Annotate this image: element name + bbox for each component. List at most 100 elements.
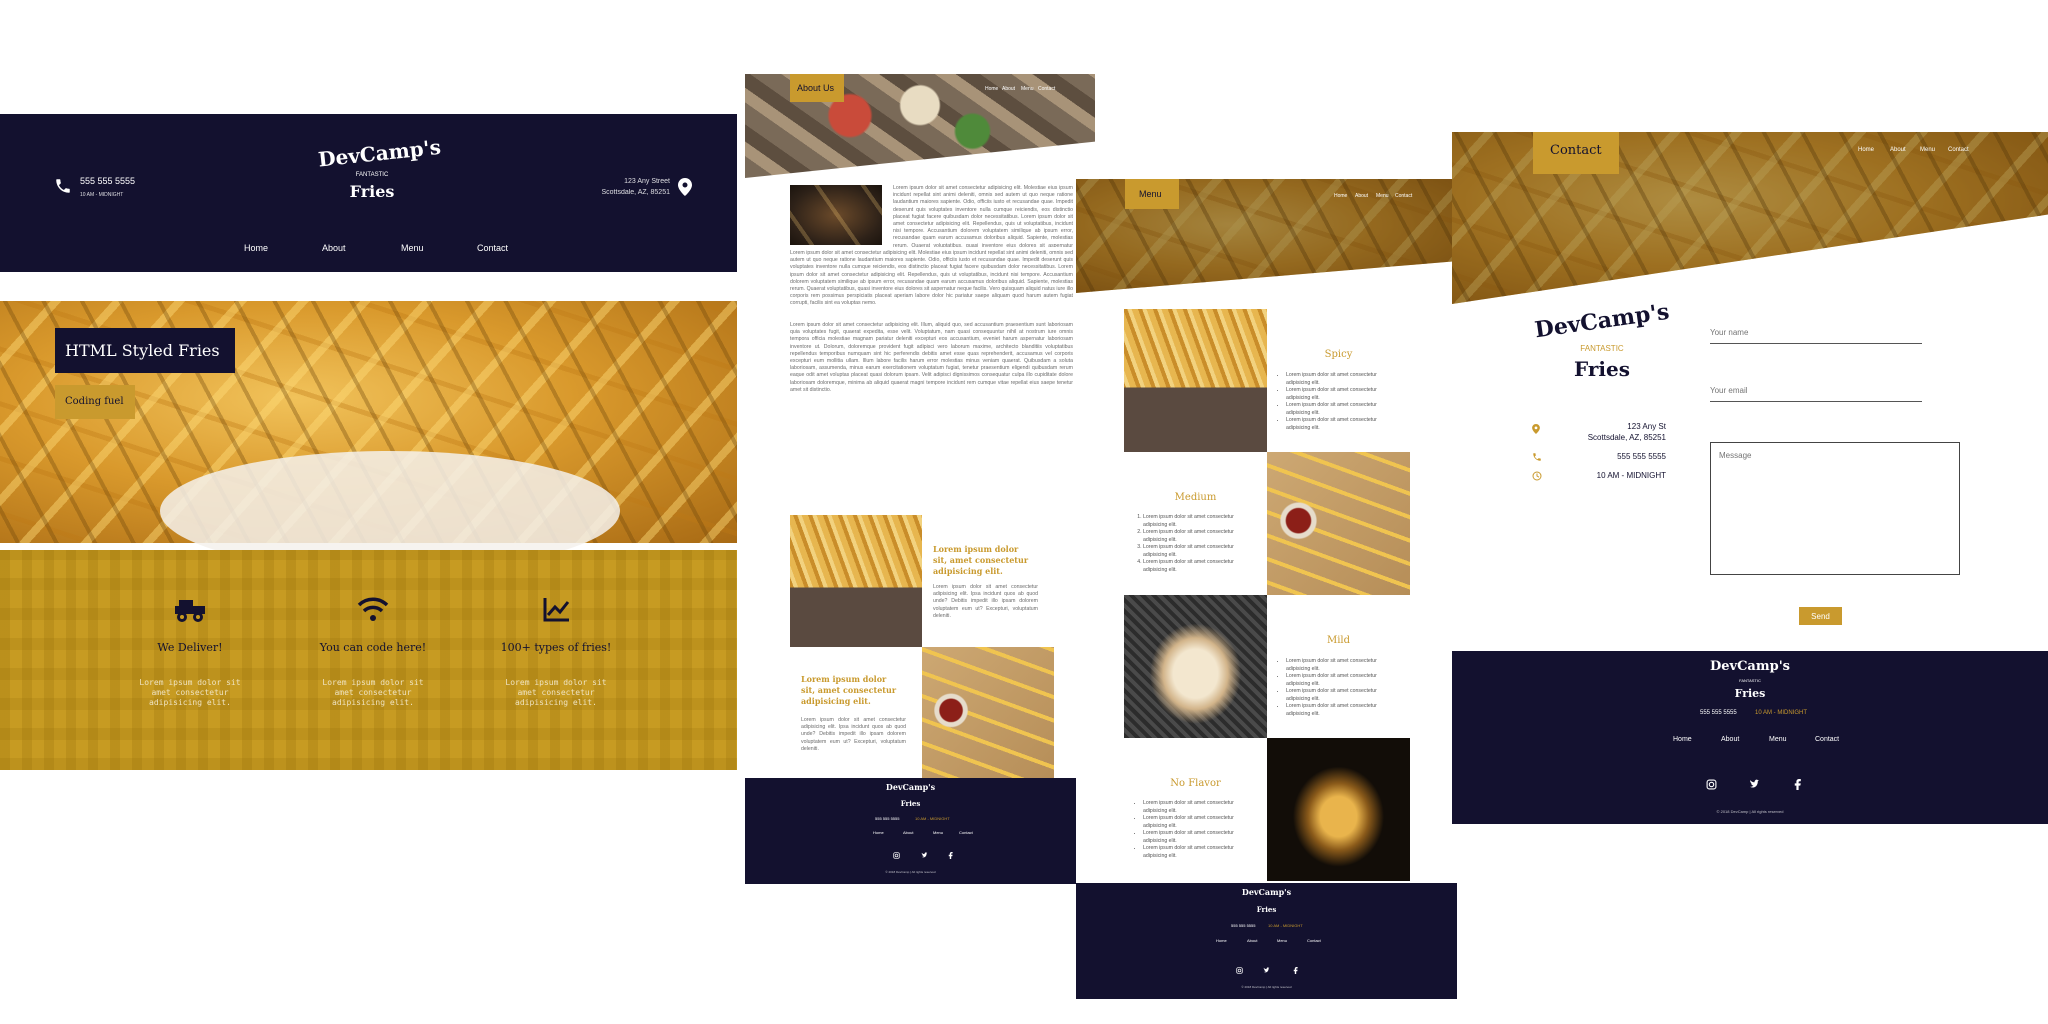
location-pin-icon xyxy=(1532,424,1540,434)
list-item: Lorem ipsum dolor sit amet consectetur a… xyxy=(1286,703,1401,718)
footer-phone: 555 555 5555 xyxy=(1231,923,1256,928)
footer-hours: 10 AM - MIDNIGHT xyxy=(915,816,950,821)
footer-logo-bottom: Fries xyxy=(900,799,921,808)
header-address-line2: Scottsdale, AZ, 85251 xyxy=(601,189,671,196)
about-badge: About Us xyxy=(790,74,844,102)
menu-page: Menu Home About Menu Contact Spicy Lorem… xyxy=(1076,179,1457,999)
contact-page: Contact Home About Menu Contact DevCamp'… xyxy=(1452,132,2048,824)
hero-image: HTML Styled Fries Coding fuel xyxy=(0,301,737,571)
nav-home[interactable]: Home xyxy=(985,86,998,92)
header-address-line1: 123 Any Street xyxy=(624,178,670,185)
footer-nav-contact[interactable]: Contact xyxy=(959,830,973,835)
footer-nav-home[interactable]: Home xyxy=(1673,736,1692,743)
hero-title-box: HTML Styled Fries xyxy=(55,328,235,373)
twitter-icon[interactable] xyxy=(1263,967,1270,974)
about-chef-image xyxy=(790,185,882,245)
facebook-icon[interactable] xyxy=(1292,967,1299,974)
instagram-icon[interactable] xyxy=(1236,967,1243,974)
phone-icon xyxy=(1532,452,1542,462)
nav-about[interactable]: About xyxy=(1355,193,1368,199)
logo-top-text: DevCamp's xyxy=(1533,298,1671,344)
message-textarea[interactable] xyxy=(1710,442,1960,575)
home-page: 555 555 5555 10 AM - MIDNIGHT DevCamp's … xyxy=(0,114,737,770)
nav-home[interactable]: Home xyxy=(1858,147,1874,153)
facebook-icon[interactable] xyxy=(947,852,954,859)
logo: DevCamp's FANTASTIC Fries xyxy=(317,135,442,222)
features-section: We Deliver! Lorem ipsum dolor sit amet c… xyxy=(0,550,737,770)
nav-contact[interactable]: Contact xyxy=(1395,193,1412,199)
nav-contact[interactable]: Contact xyxy=(1038,86,1055,92)
nav-menu[interactable]: Menu xyxy=(401,243,424,253)
footer-hours: 10 AM - MIDNIGHT xyxy=(1268,923,1303,928)
clock-icon xyxy=(1532,471,1542,481)
list-item: Lorem ipsum dolor sit amet consectetur a… xyxy=(1143,815,1258,830)
footer-nav-menu[interactable]: Menu xyxy=(933,830,943,835)
nav-contact[interactable]: Contact xyxy=(477,243,508,253)
list-item: Lorem ipsum dolor sit amet consectetur a… xyxy=(1286,658,1401,673)
contact-hero: Contact Home About Menu Contact xyxy=(1452,132,2048,304)
about-card2-title: Lorem ipsum dolor sit, amet consectetur … xyxy=(801,674,897,706)
footer-nav-menu[interactable]: Menu xyxy=(1277,938,1287,943)
twitter-icon[interactable] xyxy=(1749,779,1760,790)
footer-nav-contact[interactable]: Contact xyxy=(1307,938,1321,943)
list-item: Lorem ipsum dolor sit amet consectetur a… xyxy=(1286,402,1401,417)
menu-footer: DevCamp's Fries 555 555 5555 10 AM - MID… xyxy=(1076,883,1457,999)
footer-nav-home[interactable]: Home xyxy=(1216,938,1227,943)
list-item: Lorem ipsum dolor sit amet consectetur a… xyxy=(1143,800,1258,815)
feature-text: Lorem ipsum dolor sit amet consectetur a… xyxy=(322,678,424,707)
list-item: Lorem ipsum dolor sit amet consectetur a… xyxy=(1143,544,1258,559)
email-input[interactable] xyxy=(1710,380,1922,402)
footer-logo-bottom: Fries xyxy=(1256,905,1277,914)
nav-home[interactable]: Home xyxy=(244,243,268,253)
footer-nav-about[interactable]: About xyxy=(903,830,913,835)
name-input[interactable] xyxy=(1710,322,1922,344)
about-paragraph-2: Lorem ipsum dolor sit amet consectetur a… xyxy=(790,322,1073,393)
menu-item-mild-title: Mild xyxy=(1326,635,1351,646)
nav-contact[interactable]: Contact xyxy=(1948,147,1969,153)
list-item: Lorem ipsum dolor sit amet consectetur a… xyxy=(1286,372,1401,387)
send-button[interactable]: Send xyxy=(1799,607,1842,625)
instagram-icon[interactable] xyxy=(1706,779,1717,790)
nav-menu[interactable]: Menu xyxy=(1376,193,1389,199)
footer-nav-about[interactable]: About xyxy=(1247,938,1257,943)
list-item: Lorem ipsum dolor sit amet consectetur a… xyxy=(1143,830,1258,845)
footer-nav-about[interactable]: About xyxy=(1721,736,1739,743)
footer-hours: 10 AM - MIDNIGHT xyxy=(1755,710,1808,716)
nav-about[interactable]: About xyxy=(322,243,346,253)
hero-title: HTML Styled Fries xyxy=(65,341,220,360)
menu-item-medium-title: Medium xyxy=(1174,492,1217,503)
about-card2-text: Lorem ipsum dolor sit amet consectetur a… xyxy=(801,717,906,752)
footer-nav-home[interactable]: Home xyxy=(873,830,884,835)
footer-copyright: © 2018 DevCamp | All rights reserved xyxy=(1716,809,1784,814)
menu-badge: Menu xyxy=(1125,179,1179,209)
instagram-icon[interactable] xyxy=(893,852,900,859)
nav-menu[interactable]: Menu xyxy=(1021,86,1034,92)
about-page: About Us Home About Menu Contact Lorem i… xyxy=(745,74,1095,884)
footer-logo-bottom: Fries xyxy=(1734,687,1766,700)
twitter-icon[interactable] xyxy=(921,852,928,859)
contact-badge-label: Contact xyxy=(1550,143,1602,158)
list-item: Lorem ipsum dolor sit amet consectetur a… xyxy=(1286,673,1401,688)
nav-about[interactable]: About xyxy=(1890,147,1906,153)
chart-icon xyxy=(539,594,573,624)
footer-nav-contact[interactable]: Contact xyxy=(1815,736,1839,743)
footer-nav-menu[interactable]: Menu xyxy=(1769,736,1787,743)
about-hero: About Us Home About Menu Contact xyxy=(745,74,1095,178)
menu-item-medium-image xyxy=(1267,452,1410,595)
menu-badge-label: Menu xyxy=(1139,189,1162,199)
about-paragraph-1b: Lorem ipsum dolor sit amet consectetur a… xyxy=(790,250,1073,307)
nav-about[interactable]: About xyxy=(1002,86,1015,92)
menu-item-mild-image xyxy=(1124,595,1267,738)
truck-icon xyxy=(173,594,207,624)
logo-top-text: DevCamp's xyxy=(317,134,442,172)
contact-footer: DevCamp's FANTASTIC Fries 555 555 5555 1… xyxy=(1452,651,2048,824)
nav-menu[interactable]: Menu xyxy=(1920,147,1935,153)
footer-logo-mid: FANTASTIC xyxy=(1739,678,1761,683)
facebook-icon[interactable] xyxy=(1792,779,1803,790)
menu-item-spicy-image xyxy=(1124,309,1267,452)
contact-address-line1: 123 Any St xyxy=(1627,422,1666,431)
menu-item-spicy-list: Lorem ipsum dolor sit amet consectetur a… xyxy=(1286,372,1401,432)
nav-home[interactable]: Home xyxy=(1334,193,1347,199)
list-item: Lorem ipsum dolor sit amet consectetur a… xyxy=(1286,387,1401,402)
contact-badge: Contact xyxy=(1533,132,1619,174)
